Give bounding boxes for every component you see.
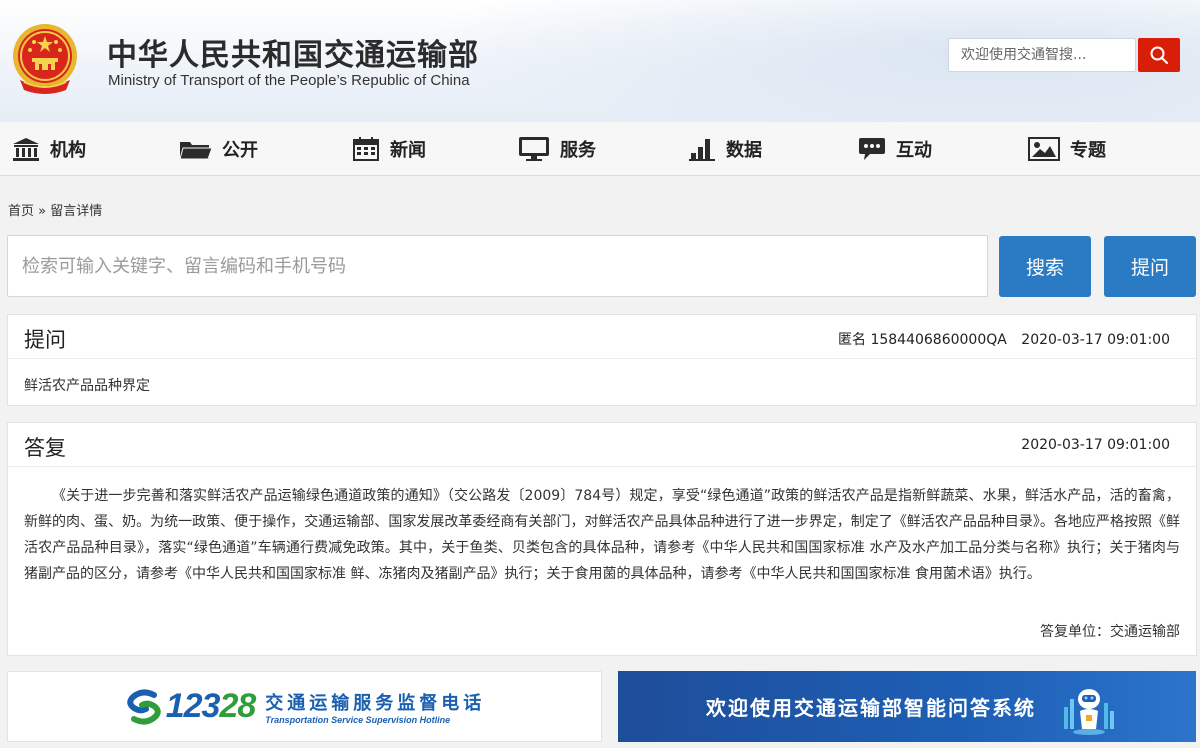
nav-item-label: 数据: [726, 140, 762, 161]
question-card: 提问 匿名 1584406860000QA 2020-03-17 09:01:0…: [7, 314, 1197, 406]
national-emblem-icon[interactable]: [10, 20, 80, 98]
breadcrumb-separator: »: [38, 204, 47, 219]
question-time: 2020-03-17 09:01:00: [1021, 332, 1170, 348]
nav-item-label: 服务: [560, 140, 596, 161]
nav-item-news[interactable]: 新闻: [350, 122, 426, 176]
ask-question-button[interactable]: 提问: [1104, 236, 1196, 297]
hotline-en: Transportation Service Supervision Hotli…: [265, 714, 451, 725]
institution-icon: [10, 136, 42, 162]
question-meta: 匿名 1584406860000QA 2020-03-17 09:01:00: [838, 329, 1170, 349]
breadcrumb-current: 留言详情: [50, 204, 103, 219]
calendar-icon: [350, 136, 382, 162]
site-subtitle: Ministry of Transport of the People’s Re…: [108, 72, 470, 89]
qa-system-text: 欢迎使用交通运输部智能问答系统: [706, 696, 1036, 720]
hotline-number: 12328: [165, 687, 257, 726]
answer-card: 答复 2020-03-17 09:01:00 《关于进一步完善和落实鲜活农产品运…: [7, 422, 1197, 656]
site-search-button[interactable]: [1138, 38, 1180, 72]
nav-item-public[interactable]: 公开: [178, 122, 258, 176]
site-search-input[interactable]: [948, 38, 1136, 72]
nav-item-label: 专题: [1070, 140, 1106, 161]
chat-icon: [856, 136, 888, 162]
nav-item-services[interactable]: 服务: [516, 122, 596, 176]
hotline-number-part-b: 28: [219, 687, 256, 725]
image-icon: [1026, 136, 1062, 162]
breadcrumb: 首页 » 留言详情: [8, 200, 102, 219]
nav-item-institution[interactable]: 机构: [10, 122, 86, 176]
hotline-text: 交通运输服务监督电话 Transportation Service Superv…: [265, 689, 485, 725]
question-title: 提问: [24, 328, 66, 352]
message-search-input[interactable]: [7, 235, 988, 297]
answer-content: 《关于进一步完善和落实鲜活农产品运输绿色通道政策的通知》（交公路发〔2009〕7…: [24, 488, 1180, 582]
answer-unit-label: 答复单位：: [1040, 624, 1110, 640]
search-button[interactable]: 搜索: [999, 236, 1091, 297]
main-nav: 机构 公开 新闻 服务 数据 互动 专题: [0, 122, 1200, 176]
answer-unit-value: 交通运输部: [1110, 624, 1180, 640]
question-author: 匿名: [838, 332, 866, 348]
monitor-icon: [516, 136, 552, 162]
breadcrumb-home-link[interactable]: 首页: [8, 204, 34, 219]
qa-system-banner[interactable]: 欢迎使用交通运输部智能问答系统: [618, 671, 1196, 742]
question-header: 提问 匿名 1584406860000QA 2020-03-17 09:01:0…: [8, 315, 1196, 359]
folder-icon: [178, 136, 214, 162]
hotline-number-part-a: 123: [165, 687, 221, 725]
site-header: 中华人民共和国交通运输部 Ministry of Transport of th…: [0, 0, 1200, 122]
answer-title: 答复: [24, 436, 66, 460]
nav-item-label: 互动: [896, 140, 932, 161]
answer-unit: 答复单位：交通运输部: [1040, 621, 1180, 641]
hotline-cn: 交通运输服务监督电话: [265, 692, 486, 714]
nav-item-interaction[interactable]: 互动: [856, 122, 932, 176]
question-content: 鲜活农产品品种界定: [24, 378, 150, 394]
answer-header: 答复 2020-03-17 09:01:00: [8, 423, 1196, 467]
hotline-logo-icon: [126, 688, 161, 725]
nav-item-label: 机构: [50, 140, 86, 161]
bar-chart-icon: [686, 136, 718, 162]
nav-item-data[interactable]: 数据: [686, 122, 762, 176]
nav-item-topics[interactable]: 专题: [1026, 122, 1106, 176]
chatbot-robot-icon: [1064, 688, 1114, 735]
site-title[interactable]: 中华人民共和国交通运输部: [107, 30, 479, 74]
hotline-banner[interactable]: 12328 交通运输服务监督电话 Transportation Service …: [7, 671, 602, 742]
question-code: 1584406860000QA: [870, 332, 1007, 348]
answer-time: 2020-03-17 09:01:00: [1021, 437, 1170, 453]
nav-item-label: 公开: [222, 140, 258, 161]
nav-item-label: 新闻: [390, 140, 426, 161]
search-icon: [1150, 46, 1169, 65]
